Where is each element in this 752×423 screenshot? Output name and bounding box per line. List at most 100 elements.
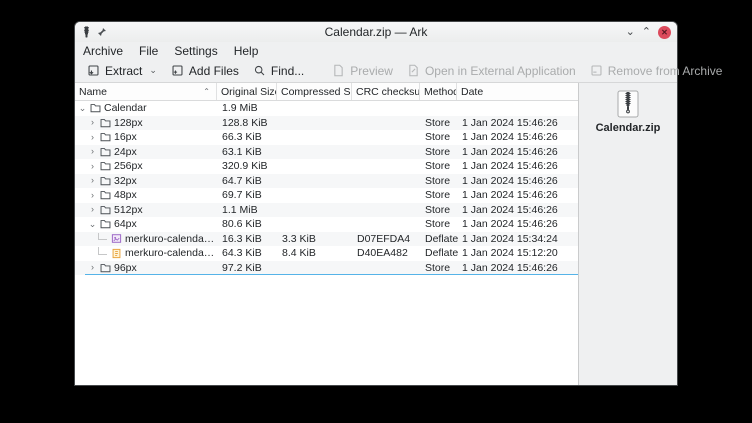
- zip-file-icon: [616, 90, 640, 118]
- name-cell: 24px: [75, 146, 217, 158]
- table-row[interactable]: merkuro-calendar-64px.svg 64.3 KiB 8.4 K…: [75, 246, 578, 261]
- maximize-icon[interactable]: ⌃: [642, 27, 651, 38]
- chevron-down-icon[interactable]: ⌄: [149, 65, 157, 76]
- original-size-cell: 80.6 KiB: [217, 218, 277, 230]
- remove-from-archive-button[interactable]: Remove from Archive: [584, 62, 729, 80]
- table-row[interactable]: 256px 320.9 KiB Store 1 Jan 2024 15:46:2…: [75, 159, 578, 174]
- column-header-date[interactable]: Date: [457, 83, 578, 100]
- menu-help[interactable]: Help: [234, 44, 259, 58]
- table-row[interactable]: 96px 97.2 KiB Store 1 Jan 2024 15:46:26: [75, 261, 578, 276]
- name-cell: 32px: [75, 175, 217, 187]
- open-external-button[interactable]: Open in External Application: [401, 62, 582, 80]
- table-row[interactable]: 512px 1.1 MiB Store 1 Jan 2024 15:46:26: [75, 203, 578, 218]
- find-button[interactable]: Find...: [247, 62, 310, 80]
- menu-file[interactable]: File: [139, 44, 158, 58]
- expander-chevron-icon[interactable]: [88, 220, 97, 229]
- original-size-cell: 1.1 MiB: [217, 204, 277, 216]
- expander-chevron-icon[interactable]: [88, 176, 97, 185]
- method-cell: Store: [420, 117, 457, 129]
- entry-name: Calendar: [104, 102, 147, 114]
- original-size-cell: 97.2 KiB: [217, 262, 277, 274]
- archive-table: Name ⌃ Original Size Compressed Size CRC…: [75, 83, 578, 385]
- search-icon: [253, 64, 266, 77]
- folder-icon: [100, 161, 111, 171]
- original-size-cell: 1.9 MiB: [217, 102, 277, 114]
- pin-icon[interactable]: [97, 27, 107, 37]
- original-size-cell: 320.9 KiB: [217, 160, 277, 172]
- crc-checksum-cell: D40EA482: [352, 247, 420, 259]
- table-row[interactable]: 24px 63.1 KiB Store 1 Jan 2024 15:46:26: [75, 145, 578, 160]
- entry-name: 16px: [114, 131, 137, 143]
- crc-checksum-cell: D07EFDA4: [352, 233, 420, 245]
- expander-chevron-icon[interactable]: [78, 104, 87, 113]
- expander-chevron-icon[interactable]: [88, 263, 97, 272]
- name-cell: 256px: [75, 160, 217, 172]
- name-cell: 16px: [75, 131, 217, 143]
- titlebar[interactable]: Calendar.zip — Ark ⌄ ⌃ ✕: [75, 22, 677, 42]
- folder-icon: [100, 205, 111, 215]
- method-cell: Store: [420, 131, 457, 143]
- table-header: Name ⌃ Original Size Compressed Size CRC…: [75, 83, 578, 101]
- table-row[interactable]: Calendar 1.9 MiB: [75, 101, 578, 116]
- date-cell: 1 Jan 2024 15:46:26: [457, 175, 578, 187]
- png-file-icon: [111, 233, 122, 244]
- preview-button[interactable]: Preview: [326, 62, 399, 80]
- table-row[interactable]: 128px 128.8 KiB Store 1 Jan 2024 15:46:2…: [75, 116, 578, 131]
- open-external-icon: [407, 64, 420, 77]
- entry-name: 512px: [114, 204, 143, 216]
- menubar: Archive File Settings Help: [75, 42, 677, 59]
- folder-icon: [90, 103, 101, 113]
- entry-name: 32px: [114, 175, 137, 187]
- remove-icon: [590, 64, 603, 77]
- name-cell: Calendar: [75, 102, 217, 114]
- table-row[interactable]: 64px 80.6 KiB Store 1 Jan 2024 15:46:26: [75, 217, 578, 232]
- entry-name: merkuro-calendar-64px.svg: [125, 247, 217, 259]
- original-size-cell: 69.7 KiB: [217, 189, 277, 201]
- column-header-compressed-size[interactable]: Compressed Size: [277, 83, 352, 100]
- table-row[interactable]: merkuro-calendar-64px.png 16.3 KiB 3.3 K…: [75, 232, 578, 247]
- date-cell: 1 Jan 2024 15:46:26: [457, 218, 578, 230]
- method-cell: Store: [420, 160, 457, 172]
- folder-icon: [100, 147, 111, 157]
- minimize-icon[interactable]: ⌄: [626, 27, 635, 38]
- add-files-button[interactable]: Add Files: [165, 62, 245, 80]
- date-cell: 1 Jan 2024 15:34:24: [457, 233, 578, 245]
- table-row[interactable]: 32px 64.7 KiB Store 1 Jan 2024 15:46:26: [75, 174, 578, 189]
- expander-chevron-icon[interactable]: [88, 162, 97, 171]
- expander-chevron-icon[interactable]: [88, 133, 97, 142]
- date-cell: 1 Jan 2024 15:46:26: [457, 146, 578, 158]
- close-icon[interactable]: ✕: [658, 26, 671, 39]
- expander-chevron-icon[interactable]: [88, 147, 97, 156]
- entry-name: 256px: [114, 160, 143, 172]
- folder-icon: [100, 118, 111, 128]
- column-header-name[interactable]: Name ⌃: [75, 83, 217, 100]
- expander-chevron-icon[interactable]: [88, 205, 97, 214]
- archive-file-name: Calendar.zip: [596, 122, 661, 134]
- expander-chevron-icon[interactable]: [88, 118, 97, 127]
- compressed-size-cell: 3.3 KiB: [277, 233, 352, 245]
- column-header-original-size[interactable]: Original Size: [217, 83, 277, 100]
- name-cell: merkuro-calendar-64px.svg: [75, 247, 217, 259]
- column-header-crc-checksum[interactable]: CRC checksum: [352, 83, 420, 100]
- extract-button[interactable]: Extract ⌄: [81, 62, 163, 80]
- column-header-method[interactable]: Method: [420, 83, 457, 100]
- find-label: Find...: [271, 64, 304, 78]
- table-body: Calendar 1.9 MiB 128px 128.8 KiB Store 1…: [75, 101, 578, 385]
- open-external-label: Open in External Application: [425, 64, 576, 78]
- compressed-size-cell: 8.4 KiB: [277, 247, 352, 259]
- date-cell: 1 Jan 2024 15:46:26: [457, 204, 578, 216]
- desktop: { "window": { "title": "Calendar.zip — A…: [0, 0, 752, 423]
- method-cell: Store: [420, 146, 457, 158]
- window-title: Calendar.zip — Ark: [75, 25, 677, 39]
- date-cell: 1 Jan 2024 15:12:20: [457, 247, 578, 259]
- expander-chevron-icon[interactable]: [88, 191, 97, 200]
- menu-settings[interactable]: Settings: [174, 44, 217, 58]
- extract-label: Extract: [105, 64, 142, 78]
- method-cell: Store: [420, 204, 457, 216]
- table-row[interactable]: 16px 66.3 KiB Store 1 Jan 2024 15:46:26: [75, 130, 578, 145]
- add-files-label: Add Files: [189, 64, 239, 78]
- ark-window: Calendar.zip — Ark ⌄ ⌃ ✕ Archive File Se…: [75, 22, 677, 385]
- menu-archive[interactable]: Archive: [83, 44, 123, 58]
- table-row[interactable]: 48px 69.7 KiB Store 1 Jan 2024 15:46:26: [75, 188, 578, 203]
- preview-label: Preview: [350, 64, 393, 78]
